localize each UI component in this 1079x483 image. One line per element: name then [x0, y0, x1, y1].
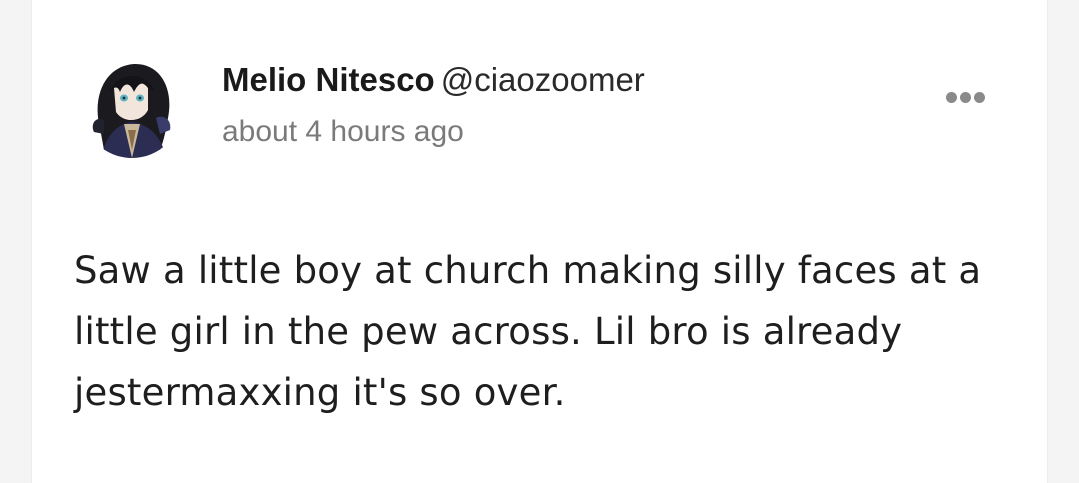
more-options-icon-dot	[959, 91, 971, 103]
author-handle[interactable]: @ciaozoomer	[441, 61, 645, 98]
avatar-image	[92, 63, 171, 158]
post-card: Melio Nitesco @ciaozoomer about 4 hours a…	[32, 0, 1047, 483]
more-options-button[interactable]	[940, 82, 990, 112]
post-body: Saw a little boy at church making silly …	[74, 249, 982, 414]
more-options-icon	[945, 91, 957, 103]
post-header: Melio Nitesco @ciaozoomer about 4 hours a…	[222, 60, 645, 150]
author-line: Melio Nitesco @ciaozoomer	[222, 60, 645, 100]
author-display-name[interactable]: Melio Nitesco	[222, 61, 435, 98]
avatar[interactable]	[82, 58, 182, 158]
more-options-icon-dot	[973, 91, 985, 103]
post-timestamp[interactable]: about 4 hours ago	[222, 114, 645, 150]
